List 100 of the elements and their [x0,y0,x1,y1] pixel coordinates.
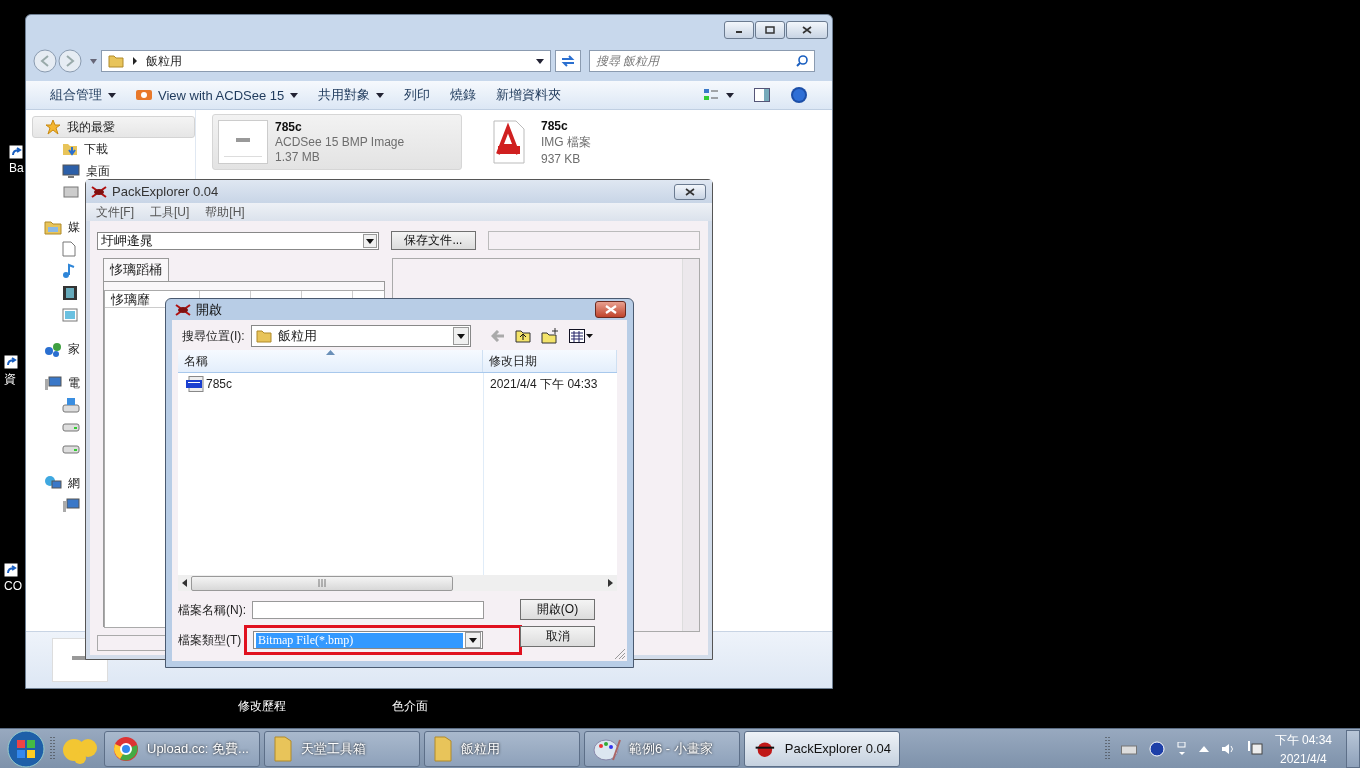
save-button[interactable]: 保存文件... [390,231,477,250]
computer-icon [62,185,80,201]
music-note-icon [62,263,76,279]
refresh-button[interactable] [555,50,581,72]
star-icon [45,119,61,135]
help-icon[interactable] [1148,740,1165,757]
address-path[interactable]: 飯粒用 [146,52,182,70]
maximize-icon [765,26,775,34]
show-desktop-button[interactable] [1346,729,1360,768]
toolbar-button[interactable]: 燒錄 [440,83,487,107]
search-field[interactable]: 搜尋 飯粒用 [589,50,815,72]
maximize-button[interactable] [755,21,785,39]
toolbar-button[interactable]: 列印 [394,83,441,107]
scroll-left-icon[interactable] [182,579,187,587]
desktop-icon-label[interactable]: CO [4,579,22,593]
close-button[interactable] [595,301,626,318]
nav-item[interactable]: 桌面 [32,160,112,182]
close-button[interactable] [786,21,828,39]
close-icon [604,305,617,314]
clock-time: 下午 04:34 [1274,731,1332,749]
tab[interactable]: 恀璃蹈桶 [103,258,169,281]
clock-date: 2021/4/4 [1279,751,1327,766]
nav-item[interactable]: 網 [32,472,80,494]
close-button[interactable] [674,183,706,200]
document-icon [62,241,76,257]
start-orb-icon[interactable] [6,728,46,768]
download-folder-icon [62,141,78,157]
scrollbar[interactable] [682,259,699,631]
file-name: 785c [541,118,569,133]
filename-field[interactable] [252,601,484,619]
shortcut-icon [4,355,18,369]
desktop-icon-label[interactable]: 修改歷程 [238,698,286,715]
computer-icon [62,497,80,513]
horizontal-scrollbar[interactable] [178,575,617,591]
file-tile[interactable]: 785c ACDSee 15 BMP Image 1.37 MB [212,114,462,170]
computer-icon [44,375,62,391]
cancel-button[interactable]: 取消 [520,626,595,647]
toolbar-button[interactable]: 新增資料夾 [486,83,572,107]
keyboard-icon[interactable] [1120,742,1137,755]
history-dropdown[interactable] [90,58,97,64]
scroll-thumb[interactable] [191,575,453,591]
file-row[interactable]: 785c [178,376,484,392]
drive-icon [62,397,80,413]
back-arrow-icon[interactable] [490,330,505,342]
file-name: 785c [275,120,303,134]
show-hidden-icon[interactable] [1198,745,1209,752]
taskbar-button[interactable]: PackExplorer 0.04 [744,730,900,767]
date-cell-text: 2021/4/4 下午 04:33 [489,375,598,393]
column-header[interactable]: 修改日期 [483,350,617,372]
folder-icon [108,54,124,68]
close-icon [685,187,695,196]
nav-item[interactable]: 下載 [32,138,110,160]
nav-item[interactable]: 電 [32,372,80,394]
nav-item[interactable]: 我的最愛 [32,116,195,138]
toolbar-button[interactable]: 組合管理 [40,83,126,107]
file-tile[interactable]: 785c IMG 檔案 937 KB [478,114,728,170]
up-folder-icon[interactable] [514,329,531,343]
menu-item[interactable]: 帮助[H] [205,203,245,221]
chevron-icon [132,57,138,65]
column-header[interactable]: 名稱 [178,350,483,372]
toolbar-button[interactable]: View with ACDSee 15 [126,83,309,107]
help-icon [790,86,808,104]
file-type: IMG 檔案 [541,133,591,151]
desktop-icon-label[interactable]: 色介面 [392,698,428,715]
dropdown-caret-icon[interactable] [536,58,544,64]
scroll-right-icon[interactable] [608,579,613,587]
address-bar[interactable]: 飯粒用 [101,50,551,72]
network-icon[interactable] [1246,740,1263,757]
resize-grip-icon[interactable] [615,649,625,659]
dropdown[interactable]: 圩岬逄晁 [97,231,379,250]
grip-icon [50,736,56,761]
speaker-icon[interactable] [1220,742,1235,755]
nav-item[interactable]: 家 [32,338,80,360]
nav-item[interactable]: 媒 [32,216,80,238]
file-type: ACDSee 15 BMP Image [275,135,405,149]
desktop-icon-label[interactable]: Ba [9,161,24,175]
library-folder-icon [44,219,62,235]
field-label: 搜尋位置(I): [181,327,245,345]
pane-icon [754,88,770,102]
acdsee-eye-icon [136,89,152,101]
globe-computer-icon [44,475,62,491]
location-dropdown[interactable]: 飯粒用 [250,325,471,347]
menu-item[interactable]: 工具[U] [150,203,190,221]
minimize-button[interactable] [724,21,754,39]
browser-icon [113,735,139,762]
network-balls-icon [44,341,62,357]
new-folder-icon[interactable] [540,328,559,344]
grip-icon [1104,736,1111,761]
menu-item[interactable]: 文件[F] [96,203,134,221]
field-label: 檔案類型(T) [178,631,243,649]
window-title: PackExplorer 0.04 [112,184,219,199]
windows-icon[interactable] [1176,741,1187,756]
picture-icon [62,308,78,322]
desktop-icon-label[interactable]: 資 [4,371,16,388]
drive-icon [62,443,80,455]
view-menu-icon[interactable] [568,329,593,343]
open-button[interactable]: 開啟(O) [520,599,595,620]
grip-icon [317,579,327,587]
folder-icon [273,734,293,763]
toolbar-button[interactable]: 共用對象 [308,83,395,107]
